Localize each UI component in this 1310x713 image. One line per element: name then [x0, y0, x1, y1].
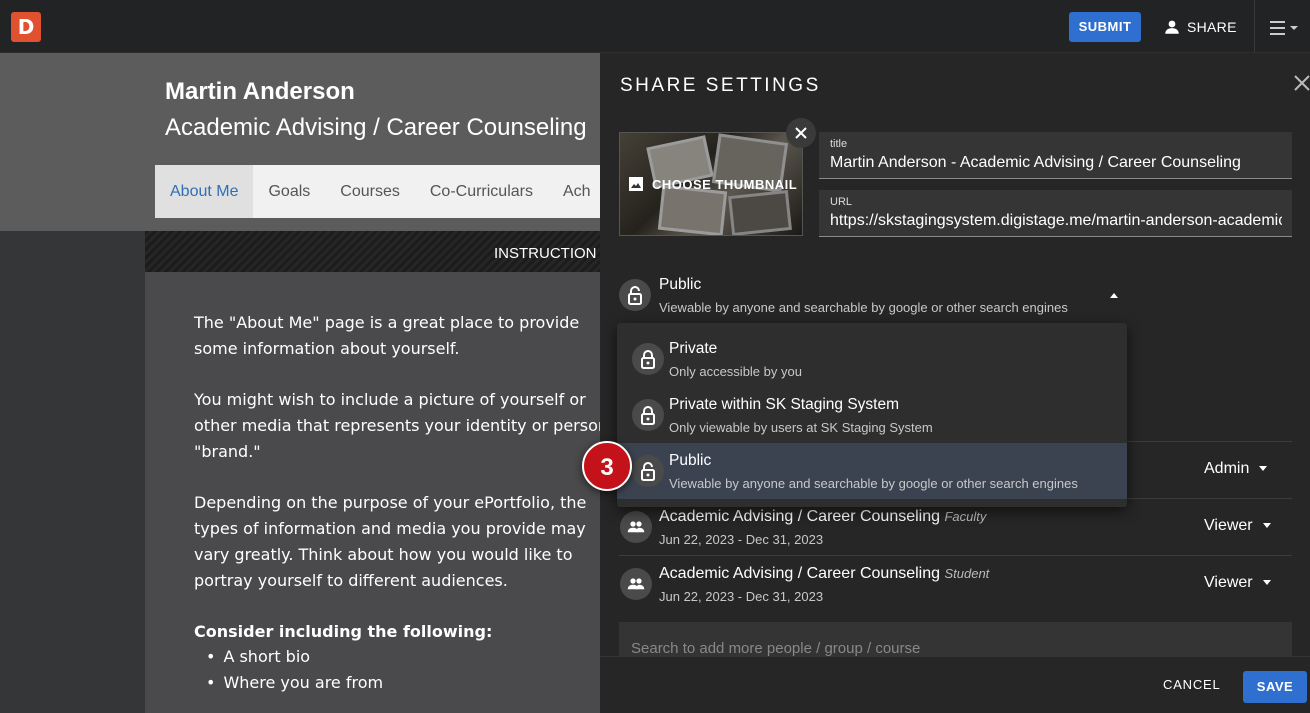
save-button[interactable]: SAVE: [1243, 671, 1307, 703]
member-dates: Jun 22, 2023 - Dec 31, 2023: [659, 589, 824, 604]
app-logo[interactable]: D: [11, 12, 41, 42]
url-field-value: https://skstagingsystem.digistage.me/mar…: [830, 212, 1282, 229]
lock-icon: [632, 343, 664, 375]
role-dropdown[interactable]: Viewer: [1204, 517, 1271, 535]
page-owner-name: Martin Anderson: [165, 78, 355, 105]
visibility-option-private-within-system[interactable]: Private within SK Staging System Only vi…: [617, 387, 1127, 443]
remove-thumbnail-button[interactable]: [786, 118, 816, 148]
visibility-dropdown-menu: Private Only accessible by you Private w…: [617, 323, 1127, 507]
caret-down-icon: [1262, 580, 1271, 586]
visibility-option-public[interactable]: Public Viewable by anyone and searchable…: [617, 443, 1127, 499]
member-name: Academic Advising / Career Counseling St…: [659, 565, 990, 582]
portfolio-page: Martin Anderson Academic Advising / Care…: [0, 53, 600, 713]
tab-goals[interactable]: Goals: [253, 165, 325, 218]
lock-open-icon: [632, 455, 664, 487]
paragraph: Depending on the purpose of your ePortfo…: [194, 493, 587, 590]
lock-open-icon: [619, 279, 651, 311]
instructions-label: INSTRUCTION: [494, 245, 597, 262]
caret-down-icon: [1259, 466, 1268, 472]
list-item: Where you are from: [194, 670, 600, 696]
hamburger-menu-icon[interactable]: [1268, 18, 1304, 38]
url-field[interactable]: URL https://skstagingsystem.digistage.me…: [819, 190, 1292, 237]
close-icon[interactable]: [1290, 71, 1310, 95]
title-field-value: Martin Anderson - Academic Advising / Ca…: [830, 154, 1241, 171]
role-dropdown[interactable]: Admin: [1204, 460, 1268, 478]
url-field-label: URL: [830, 196, 853, 208]
step-number-badge: 3: [582, 441, 632, 491]
member-dates: Jun 22, 2023 - Dec 31, 2023: [659, 532, 824, 547]
member-name: Academic Advising / Career Counseling Fa…: [659, 508, 987, 525]
bullet-list: A short bio Where you are from: [194, 644, 600, 696]
visibility-option-private[interactable]: Private Only accessible by you: [617, 331, 1127, 387]
share-button[interactable]: SHARE: [1163, 12, 1237, 42]
tab-about-me[interactable]: About Me: [155, 165, 254, 218]
thumbnail-picker[interactable]: CHOOSE THUMBNAIL: [619, 132, 803, 236]
tab-achievements[interactable]: Ach: [548, 165, 600, 218]
role-dropdown[interactable]: Viewer: [1204, 574, 1271, 592]
member-search-input[interactable]: Search to add more people / group / cour…: [619, 622, 1292, 656]
caret-up-icon[interactable]: [1110, 293, 1118, 298]
submit-button[interactable]: SUBMIT: [1069, 12, 1141, 42]
page-nav: About Me Goals Courses Co-Curriculars Ac…: [155, 165, 600, 218]
tab-courses[interactable]: Courses: [325, 165, 415, 218]
title-field-label: title: [830, 138, 848, 150]
group-icon: [620, 568, 652, 600]
page-subtitle: Academic Advising / Career Counseling: [165, 114, 587, 141]
paragraph: The "About Me" page is a great place to …: [194, 313, 580, 358]
visibility-selected-title: Public: [659, 276, 702, 293]
instructions-bar[interactable]: INSTRUCTION: [145, 231, 600, 272]
visibility-select[interactable]: Public Viewable by anyone and searchable…: [619, 273, 1292, 323]
consider-heading: Consider including the following:: [194, 622, 493, 641]
paragraph: You might wish to include a picture of y…: [194, 390, 600, 461]
visibility-selected-desc: Viewable by anyone and searchable by goo…: [659, 300, 1068, 315]
share-button-label: SHARE: [1187, 19, 1237, 35]
group-icon: [620, 511, 652, 543]
top-bar: D SUBMIT SHARE: [0, 0, 1310, 53]
member-row: Academic Advising / Career Counseling St…: [619, 555, 1292, 612]
tab-co-curriculars[interactable]: Co-Curriculars: [415, 165, 548, 218]
choose-thumbnail-label: CHOOSE THUMBNAIL: [628, 176, 797, 192]
divider: [1254, 0, 1255, 53]
caret-down-icon: [1262, 523, 1271, 529]
image-icon: [629, 177, 643, 191]
person-icon: [1165, 20, 1179, 34]
lock-icon: [632, 399, 664, 431]
list-item: A short bio: [194, 644, 600, 670]
page-content: The "About Me" page is a great place to …: [145, 272, 600, 713]
cancel-button[interactable]: CANCEL: [1163, 677, 1221, 692]
close-icon: [795, 127, 807, 139]
page-sidebar: [0, 231, 145, 713]
search-placeholder: Search to add more people / group / cour…: [631, 640, 921, 656]
panel-title: SHARE SETTINGS: [620, 75, 821, 96]
title-field[interactable]: title Martin Anderson - Academic Advisin…: [819, 132, 1292, 179]
panel-footer: CANCEL SAVE: [600, 656, 1310, 713]
